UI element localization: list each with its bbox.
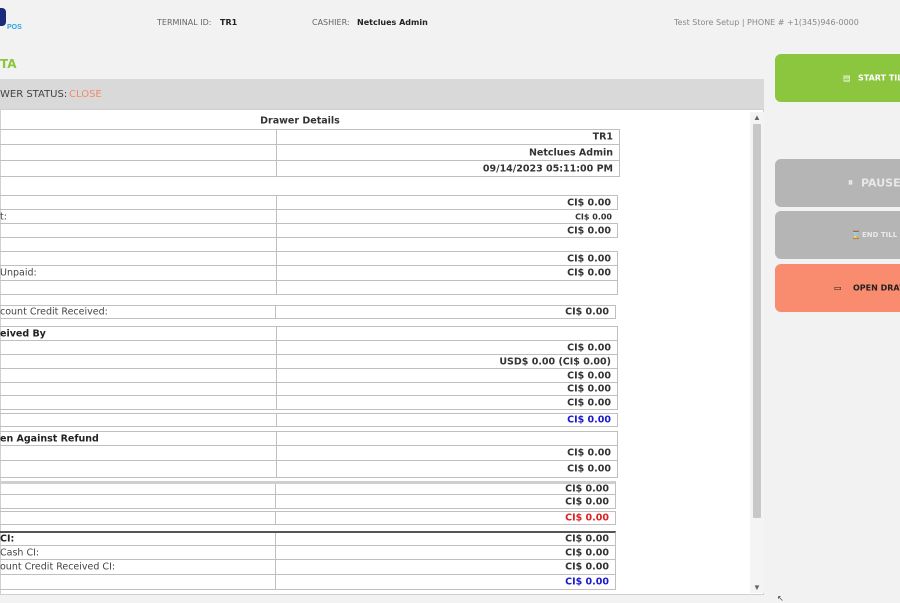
table-row: CI$ 0.00 [0, 341, 618, 355]
table-row: eived By [0, 326, 618, 341]
table-row: Unpaid: CI$ 0.00 [0, 266, 618, 281]
drawer-status-label: WER STATUS: [0, 89, 68, 100]
table-row [0, 281, 618, 295]
table-row: ount Credit Received CI: CI$ 0.00 [0, 560, 616, 575]
table-row: CI: CI$ 0.00 [0, 531, 616, 546]
table-row [0, 238, 618, 251]
table-title-row: Drawer Details [0, 112, 620, 129]
pause-button[interactable]: ⏸ PAUSE [775, 159, 900, 207]
table-row: CI$ 0.00 [0, 413, 618, 427]
table-row: Cash CI: CI$ 0.00 [0, 546, 616, 560]
open-drawer-button[interactable]: ▭ OPEN DRAW [775, 264, 900, 312]
mouse-cursor-icon: ↖ [777, 594, 784, 603]
table-row: Netclues Admin [0, 145, 620, 161]
table-row: count Credit Received: CI$ 0.00 [0, 305, 616, 319]
table-row: TR1 [0, 129, 620, 145]
hourglass-icon: ⌛ [851, 230, 861, 240]
table-row: en Against Refund [0, 431, 618, 446]
cash-drawer-icon: ▭ [834, 283, 842, 293]
drawer-status-value: CLOSE [69, 89, 102, 100]
terminal-id-value: TR1 [220, 18, 238, 27]
logo-text: POS [7, 24, 22, 31]
table-row: CI$ 0.00 [0, 446, 618, 461]
table-row: USD$ 0.00 (CI$ 0.00) [0, 355, 618, 369]
table-row: CI$ 0.00 [0, 251, 618, 266]
scroll-down-icon[interactable]: ▼ [753, 583, 761, 592]
store-info: Test Store Setup | PHONE # +1(345)946-00… [674, 18, 859, 27]
register-icon: ▤ [843, 73, 851, 83]
table-row: 09/14/2023 05:11:00 PM [0, 161, 620, 177]
table-row: CI$ 0.00 [0, 195, 618, 210]
pause-icon: ⏸ [848, 177, 853, 189]
table-row: CI$ 0.00 [0, 396, 618, 410]
scroll-up-icon[interactable]: ▲ [753, 113, 761, 122]
cashier-label: CASHIER: [312, 18, 350, 27]
table-row: t: CI$ 0.00 [0, 210, 612, 223]
scrollbar-thumb[interactable] [753, 124, 761, 518]
table-row: CI$ 0.00 [0, 369, 618, 383]
end-till-button[interactable]: ⌛ END TILL [775, 211, 900, 259]
start-till-button[interactable]: ▤ START TILL [775, 54, 900, 102]
table-title: Drawer Details [260, 115, 340, 126]
table-row: CI$ 0.00 [0, 461, 618, 478]
table-row: CI$ 0.00 [0, 223, 618, 238]
top-header: POS TERMINAL ID: TR1 CASHIER: Netclues A… [0, 0, 900, 48]
drawer-status-bar: WER STATUS: CLOSE [0, 79, 764, 109]
table-row: CI$ 0.00 [0, 495, 616, 509]
cashier-value: Netclues Admin [357, 18, 428, 27]
table-row: CI$ 0.00 [0, 575, 616, 590]
app-logo: POS [0, 6, 24, 32]
terminal-id-label: TERMINAL ID: [157, 18, 212, 27]
table-row: CI$ 0.00 [0, 481, 616, 495]
section-title: TA [0, 57, 17, 71]
vertical-scrollbar[interactable]: ▲ ▼ [750, 112, 764, 593]
table-row: CI$ 0.00 [0, 383, 618, 396]
table-row: CI$ 0.00 [0, 511, 616, 525]
